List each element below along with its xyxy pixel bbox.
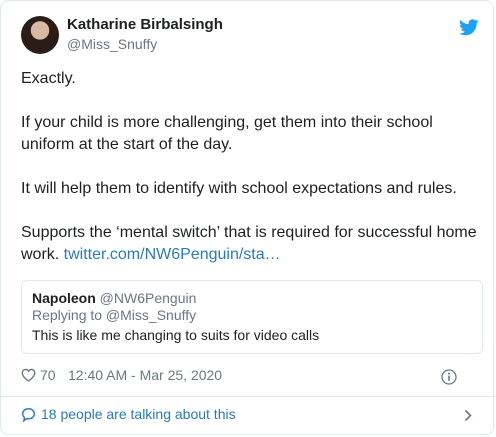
chevron-right-icon xyxy=(464,409,472,422)
quoted-tweet[interactable]: Napoleon @NW6Penguin Replying to @Miss_S… xyxy=(21,280,483,354)
tweet-line: If your child is more challenging, get t… xyxy=(21,114,433,153)
divider xyxy=(1,396,495,397)
tweet-line: It will help them to identify with schoo… xyxy=(21,180,457,197)
quoted-author-name: Napoleon xyxy=(32,290,96,306)
info-icon[interactable] xyxy=(441,369,457,385)
tweet-card: Katharine Birbalsingh @Miss_Snuffy Exact… xyxy=(0,0,495,435)
twitter-bird-icon[interactable] xyxy=(459,19,479,36)
heart-icon[interactable] xyxy=(21,368,36,382)
timestamp[interactable]: 12:40 AM - Mar 25, 2020 xyxy=(68,367,222,383)
quoted-author: Napoleon @NW6Penguin xyxy=(32,290,196,306)
like-count[interactable]: 70 xyxy=(40,367,56,383)
quoted-replying-to: Replying to @Miss_Snuffy xyxy=(32,307,197,323)
tweet-line: Exactly. xyxy=(21,70,76,87)
tweet-text: Exactly. If your child is more challengi… xyxy=(21,68,481,266)
quoted-text: This is like me changing to suits for vi… xyxy=(32,327,320,343)
author-handle[interactable]: @Miss_Snuffy xyxy=(67,36,157,52)
chat-bubble-icon xyxy=(21,407,36,422)
tweet-line: Supports the ‘mental switch’ that is req… xyxy=(21,222,481,266)
conversation-label: 18 people are talking about this xyxy=(41,406,236,422)
avatar[interactable] xyxy=(21,16,59,54)
tweet-link[interactable]: twitter.com/NW6Penguin/sta… xyxy=(64,246,281,263)
conversation-link[interactable]: 18 people are talking about this xyxy=(21,405,477,425)
quoted-author-handle: @NW6Penguin xyxy=(99,290,197,306)
author-name[interactable]: Katharine Birbalsingh xyxy=(67,16,223,33)
